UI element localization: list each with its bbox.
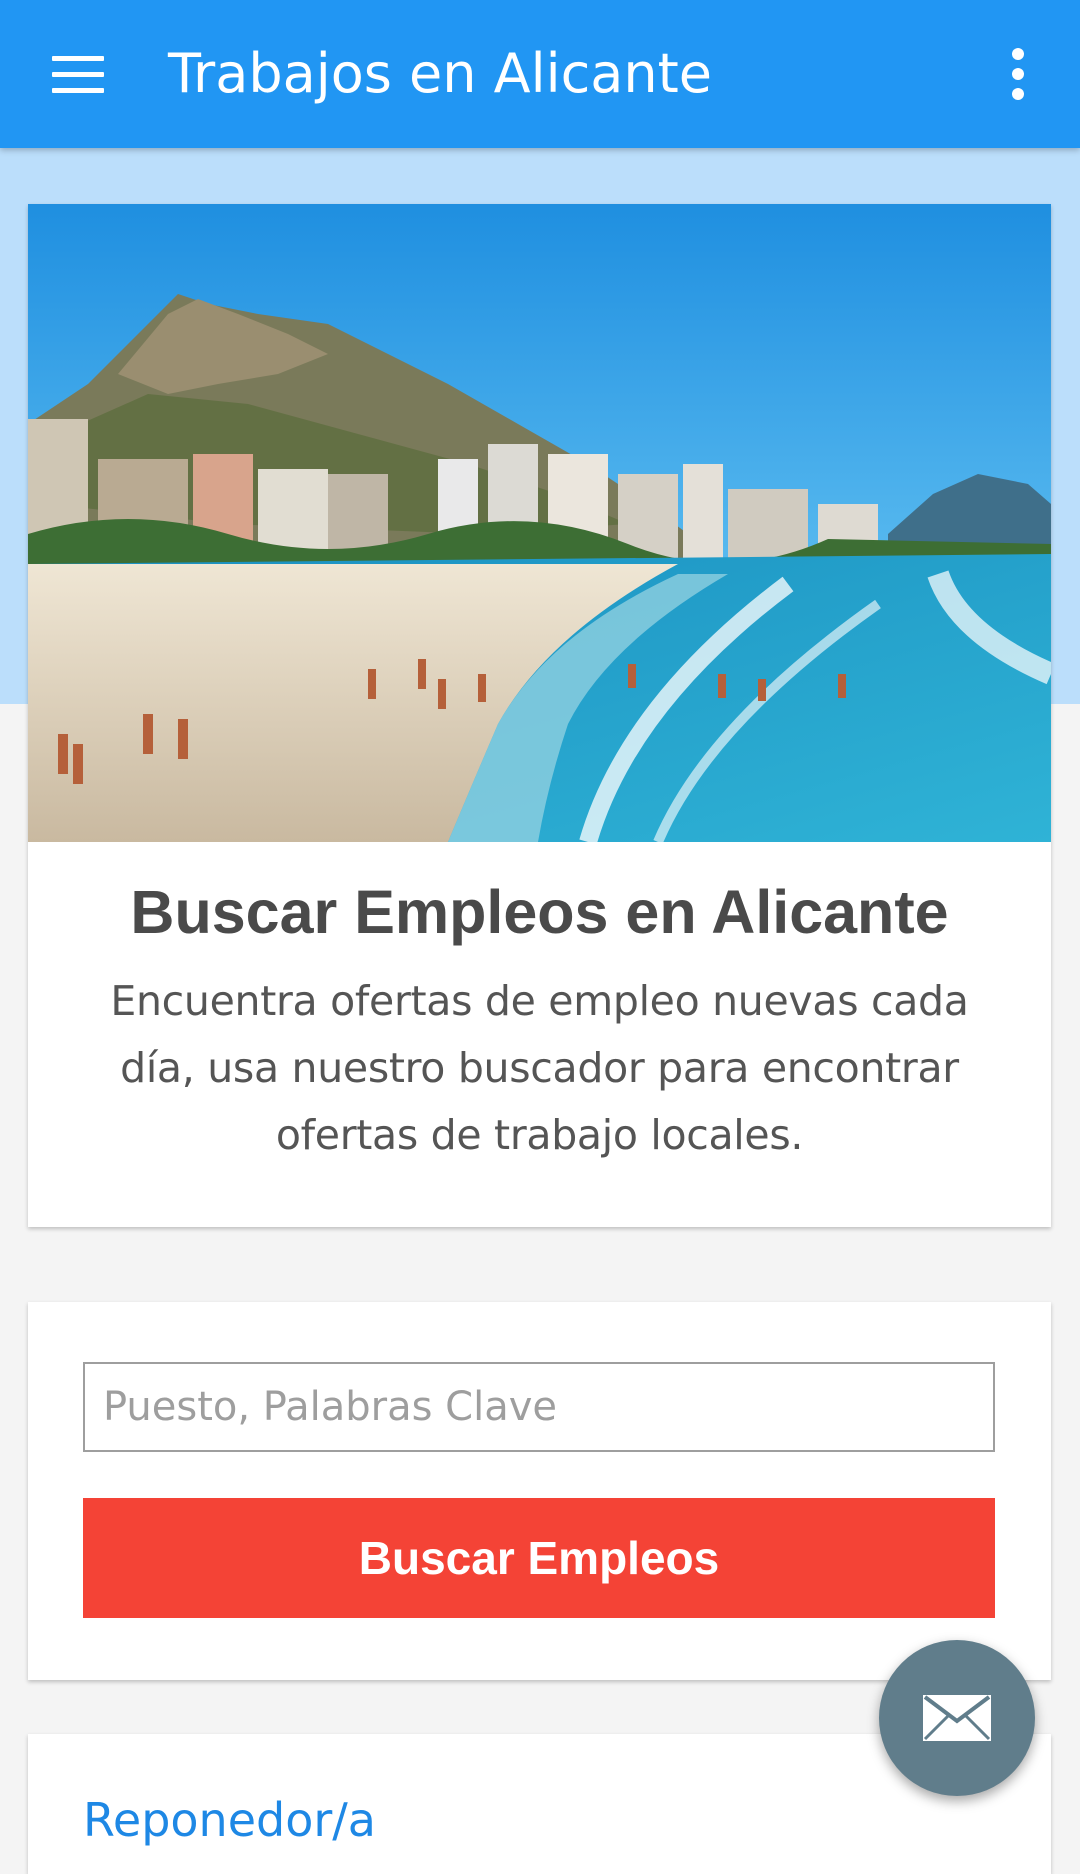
mail-icon bbox=[923, 1695, 991, 1741]
hero-card: Buscar Empleos en Alicante Encuentra ofe… bbox=[28, 204, 1051, 1227]
hero-description: Encuentra ofertas de empleo nuevas cada … bbox=[110, 977, 969, 1159]
search-card: Buscar Empleos bbox=[28, 1302, 1051, 1680]
app-bar: Trabajos en Alicante bbox=[0, 0, 1080, 148]
search-input[interactable] bbox=[83, 1362, 995, 1452]
more-vert-icon[interactable] bbox=[990, 40, 1046, 108]
hero-heading: Buscar Empleos en Alicante bbox=[130, 878, 949, 946]
job-title-link[interactable]: Reponedor/a bbox=[83, 1790, 996, 1850]
search-button[interactable]: Buscar Empleos bbox=[83, 1498, 995, 1618]
mail-fab-button[interactable] bbox=[879, 1640, 1035, 1796]
app-title: Trabajos en Alicante bbox=[168, 42, 713, 105]
hamburger-menu-icon[interactable] bbox=[38, 38, 118, 110]
hero-body: Buscar Empleos en Alicante Encuentra ofe… bbox=[28, 842, 1051, 1227]
hero-image bbox=[28, 204, 1051, 842]
